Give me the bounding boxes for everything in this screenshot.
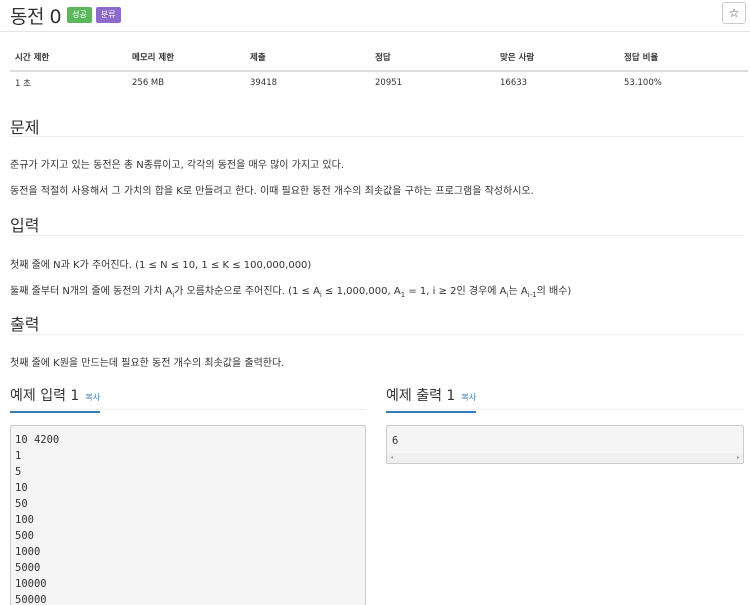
copy-output-button[interactable]: 복사 [461,393,476,402]
problem-info-table: 시간 제한 메모리 제한 제출 정답 맞은 사람 정답 비율 1 초 256 M… [10,44,748,93]
example-input-divider [10,409,366,410]
header-divider [0,31,750,32]
header-submissions: 제출 [245,44,370,72]
example-input-line: 50000 [15,594,47,605]
value-memory-limit: 256 MB [132,77,165,88]
success-badge[interactable]: 성공 [67,7,92,23]
star-button[interactable]: ☆ [722,2,746,24]
info-value-row: 1 초 256 MB 39418 20951 16633 53.100% [10,71,748,93]
input-desc-sub-e: i-1 [527,291,537,299]
input-desc-part-b: 가 오름차순으로 주어진다. (1 ≤ A [174,286,320,297]
star-icon: ☆ [728,6,740,20]
input-section-divider [10,235,744,236]
problem-header: 동전 0 성공 분류 [10,0,121,30]
example-output-line: 6 [392,435,399,447]
example-input-line: 500 [15,530,34,542]
horizontal-scrollbar[interactable]: ◂ ▸ [387,453,743,463]
output-section-divider [10,334,744,335]
value-ratio: 53.100% [624,77,662,88]
value-solvers: 16633 [500,77,528,88]
value-submissions: 39418 [250,77,278,88]
example-input-line: 100 [15,514,34,526]
example-input-line: 1000 [15,546,41,558]
example-input-box[interactable]: 10 4200 1 5 10 50 100 500 1000 5000 1000… [10,425,366,605]
value-accepted: 20951 [375,77,403,88]
input-section-title: 입력 [10,216,40,235]
problem-description-1: 준규가 가지고 있는 동전은 총 N종류이고, 각각의 동전을 매우 많이 가지… [10,160,345,171]
input-desc-part-c: ≤ 1,000,000, A [321,286,401,297]
example-input-line: 10000 [15,578,47,590]
header-ratio: 정답 비율 [619,44,748,72]
info-header-row: 시간 제한 메모리 제한 제출 정답 맞은 사람 정답 비율 [10,44,748,72]
example-output-divider [386,409,744,410]
scroll-left-icon[interactable]: ◂ [390,454,394,461]
problem-description-2: 동전을 적절히 사용해서 그 가치의 합을 K로 만들려고 한다. 이때 필요한… [10,186,534,197]
header-solvers: 맞은 사람 [495,44,619,72]
output-description-1: 첫째 줄에 K원을 만드는데 필요한 동전 개수의 최솟값을 출력한다. [10,358,285,369]
output-section-title: 출력 [10,315,40,334]
example-output-box[interactable]: 6 ◂ ▸ [386,425,744,464]
example-input-line: 10 4200 [15,434,60,446]
input-desc-part-a: 둘째 줄부터 N개의 줄에 동전의 가치 A [10,286,173,297]
input-desc-part-e: 는 A [508,286,528,297]
header-memory-limit: 메모리 제한 [127,44,245,72]
problem-title: 동전 0 [10,5,62,28]
scroll-right-icon[interactable]: ▸ [736,454,740,461]
example-input-line: 50 [15,498,28,510]
example-input-label: 예제 입력 1 [10,388,80,404]
category-badge[interactable]: 분류 [95,7,121,23]
example-input-line: 5000 [15,562,41,574]
problem-section-title: 문제 [10,118,40,137]
input-description-2: 둘째 줄부터 N개의 줄에 동전의 가치 Ai가 오름차순으로 주어진다. (1… [10,282,571,299]
header-time-limit: 시간 제한 [10,44,127,72]
header-accepted: 정답 [370,44,495,72]
example-input-line: 1 [15,450,22,462]
example-input-line: 5 [15,466,22,478]
example-output-label: 예제 출력 1 [386,388,456,404]
example-input-line: 10 [15,482,28,494]
value-time-limit: 1 초 [15,78,31,89]
problem-section-divider [10,136,744,137]
input-desc-part-f: 의 배수) [536,286,572,297]
copy-input-button[interactable]: 복사 [85,393,100,402]
input-desc-part-d: = 1, i ≥ 2인 경우에 A [405,286,507,297]
input-description-1: 첫째 줄에 N과 K가 주어진다. (1 ≤ N ≤ 10, 1 ≤ K ≤ 1… [10,260,312,271]
